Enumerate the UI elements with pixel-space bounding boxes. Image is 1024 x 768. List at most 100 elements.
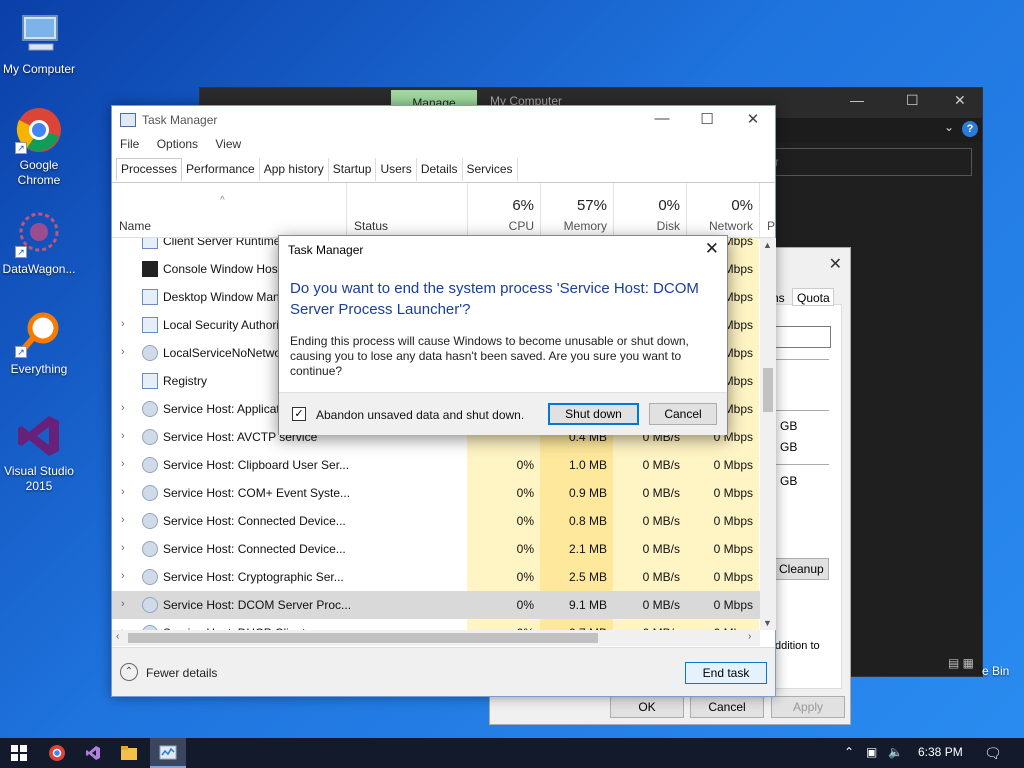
disk-cell: 0 MB/s xyxy=(613,507,686,535)
column-cpu[interactable]: 6% CPU xyxy=(467,183,540,239)
scroll-left-icon[interactable]: ‹ xyxy=(116,631,119,642)
tab-app-history[interactable]: App history xyxy=(260,158,329,181)
tab-details[interactable]: Details xyxy=(417,158,463,181)
shortcut-arrow-icon: ↗ xyxy=(15,142,27,154)
chrome-icon[interactable] xyxy=(46,742,68,764)
scroll-thumb[interactable] xyxy=(128,633,598,643)
desktop-icon-chrome[interactable]: ↗ Google Chrome xyxy=(0,106,78,188)
cpu-cell: 0% xyxy=(467,479,540,507)
table-row[interactable]: › Service Host: Connected Device... 0% 2.1 … xyxy=(112,535,760,563)
maximize-icon[interactable]: ☐ xyxy=(692,110,722,128)
abandon-data-checkbox[interactable]: ✓ xyxy=(292,407,306,421)
column-disk[interactable]: 0% Disk xyxy=(613,183,686,239)
gear-icon xyxy=(142,429,158,445)
tab-quota[interactable]: Quota xyxy=(792,288,834,306)
menu-view[interactable]: View xyxy=(215,137,241,151)
desktop-icon-everything[interactable]: ↗ Everything xyxy=(0,310,78,377)
scroll-thumb[interactable] xyxy=(763,368,773,412)
chevron-right-icon[interactable]: › xyxy=(121,458,125,470)
column-cpu-label: CPU xyxy=(508,219,534,233)
maximize-icon[interactable]: ☐ xyxy=(906,92,919,109)
windows-start-icon[interactable] xyxy=(8,742,30,764)
tab-startup[interactable]: Startup xyxy=(329,158,377,181)
table-row[interactable]: › Service Host: Clipboard User Ser... 0% 1.… xyxy=(112,451,760,479)
column-status[interactable]: Status xyxy=(346,183,467,239)
tab-performance[interactable]: Performance xyxy=(182,158,260,181)
used-space-unit: GB xyxy=(780,419,798,433)
tab-services[interactable]: Services xyxy=(463,158,518,181)
chevron-up-icon[interactable]: ⌃ xyxy=(120,663,138,681)
apply-button[interactable]: Apply xyxy=(771,696,845,718)
desktop-icon-visual-studio[interactable]: Visual Studio 2015 xyxy=(0,412,78,494)
menu-file[interactable]: File xyxy=(120,137,139,151)
end-task-button[interactable]: End task xyxy=(685,662,767,684)
table-row[interactable]: › Service Host: COM+ Event Syste... 0% 0.9 … xyxy=(112,479,760,507)
horizontal-scrollbar[interactable]: ‹ › xyxy=(112,630,760,646)
chevron-down-icon[interactable]: ⌄ xyxy=(944,120,954,134)
volume-icon[interactable]: 🔈 xyxy=(888,745,903,759)
chevron-right-icon[interactable]: › xyxy=(121,598,125,610)
close-icon[interactable]: ✕ xyxy=(829,254,842,274)
visual-studio-icon[interactable] xyxy=(82,742,104,764)
scroll-down-icon[interactable]: ▼ xyxy=(763,618,772,628)
chevron-up-icon[interactable]: ⌃ xyxy=(844,745,854,759)
tab-users[interactable]: Users xyxy=(376,158,417,181)
table-row[interactable]: › Service Host: Connected Device... 0% 0.8 … xyxy=(112,507,760,535)
network-cell: 0 Mbps xyxy=(686,535,759,563)
desktop-icon-datawagon[interactable]: ↗ DataWagon... xyxy=(0,210,78,277)
recycle-bin-label[interactable]: e Bin xyxy=(982,664,1009,678)
vertical-scrollbar[interactable]: ▲ ▼ xyxy=(760,238,776,630)
table-row[interactable]: › Service Host: DCOM Server Proc... 0% 9.1 … xyxy=(112,591,760,619)
gear-icon xyxy=(142,513,158,529)
help-icon[interactable]: ? xyxy=(962,121,978,137)
close-icon[interactable]: ✕ xyxy=(954,92,966,109)
process-name: Client Server Runtime xyxy=(163,238,281,248)
menu-options[interactable]: Options xyxy=(157,137,198,151)
minimize-icon[interactable]: — xyxy=(647,110,677,127)
disk-cleanup-button[interactable]: Cleanup xyxy=(775,558,829,580)
column-power[interactable]: P xyxy=(759,183,775,239)
notifications-icon[interactable]: 🗨 xyxy=(984,745,1002,762)
task-manager-icon[interactable] xyxy=(157,742,179,764)
network-icon[interactable]: ▣ xyxy=(866,745,877,759)
column-memory[interactable]: 57% Memory xyxy=(540,183,613,239)
ok-button[interactable]: OK xyxy=(610,696,684,718)
scroll-up-icon[interactable]: ▲ xyxy=(763,240,772,250)
cancel-button[interactable]: Cancel xyxy=(649,403,717,425)
table-row[interactable]: › Service Host: Cryptographic Ser... 0% 2.5… xyxy=(112,563,760,591)
chevron-right-icon[interactable]: › xyxy=(121,346,125,358)
shut-down-button[interactable]: Shut down xyxy=(548,403,639,425)
clock[interactable]: 6:38 PM xyxy=(918,745,963,759)
desktop-icon-label: Google Chrome xyxy=(17,158,61,187)
checkbox-label[interactable]: Abandon unsaved data and shut down. xyxy=(316,408,524,422)
minimize-icon[interactable]: — xyxy=(850,92,864,108)
close-icon[interactable]: ✕ xyxy=(738,110,768,128)
name-field[interactable] xyxy=(775,326,831,348)
chevron-right-icon[interactable]: › xyxy=(121,402,125,414)
cancel-button[interactable]: Cancel xyxy=(690,696,764,718)
column-name[interactable]: Name xyxy=(119,219,151,233)
explorer-search-input[interactable]: r xyxy=(768,148,972,176)
shortcut-arrow-icon: ↗ xyxy=(15,346,27,358)
divider xyxy=(775,410,829,411)
disk-cell: 0 MB/s xyxy=(613,479,686,507)
chevron-right-icon[interactable]: › xyxy=(121,514,125,526)
tab-processes[interactable]: Processes xyxy=(116,158,183,181)
file-explorer-icon[interactable] xyxy=(118,742,140,764)
process-name: Service Host: Clipboard User Ser... xyxy=(163,458,350,472)
datawagon-icon: ↗ xyxy=(15,210,63,258)
column-network[interactable]: 0% Network xyxy=(686,183,759,239)
chevron-right-icon[interactable]: › xyxy=(121,542,125,554)
close-icon[interactable]: ✕ xyxy=(705,239,719,259)
table-row[interactable]: ›Service Host: DHCP Client0%0.7 MB0 MB/s… xyxy=(112,619,760,630)
chevron-right-icon[interactable]: › xyxy=(121,570,125,582)
scroll-right-icon[interactable]: › xyxy=(748,631,751,642)
desktop-icon-mycomputer[interactable]: My Computer xyxy=(0,10,78,77)
chevron-right-icon[interactable]: › xyxy=(121,486,125,498)
view-toggle-icon[interactable]: ▤ ▦ xyxy=(948,656,974,670)
fewer-details-link[interactable]: Fewer details xyxy=(146,666,217,680)
chevron-right-icon[interactable]: › xyxy=(121,430,125,442)
process-name: Service Host: COM+ Event Syste... xyxy=(163,486,351,500)
chevron-right-icon[interactable]: › xyxy=(121,318,125,330)
window-title: Task Manager xyxy=(142,113,218,127)
